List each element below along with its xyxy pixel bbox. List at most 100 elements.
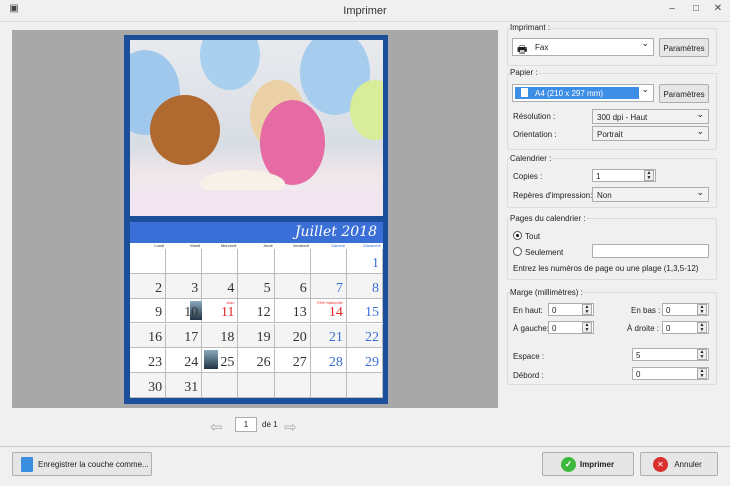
calendar-day-cell xyxy=(310,249,347,274)
calendar-day-cell: 22 xyxy=(346,323,383,349)
day-number: 31 xyxy=(184,379,199,395)
print-label: Imprimer xyxy=(579,460,615,469)
bleed-spinner[interactable]: ▲ ▼ xyxy=(697,368,707,379)
calendar-day-cell: Alan 11 xyxy=(202,298,239,324)
copies-spinner[interactable]: ▲ ▼ xyxy=(644,170,654,181)
margin-bottom-spinner[interactable]: ▲ ▼ xyxy=(697,304,707,315)
previous-page-arrow-icon[interactable]: ⇦ xyxy=(210,418,223,436)
calendar-day-cell xyxy=(166,249,203,274)
day-number: 6 xyxy=(299,280,307,296)
calendar-day-cell: 19 xyxy=(238,323,275,349)
page-number-input[interactable]: 1 xyxy=(235,417,257,432)
spacing-spinner[interactable]: ▲ ▼ xyxy=(697,349,707,360)
margin-right-label: À droite : xyxy=(627,324,660,333)
paper-size-select[interactable]: A4 (210 x 297 mm) xyxy=(512,84,654,102)
day-number: 28 xyxy=(328,355,343,371)
page-range-hint: Entrez les numéros de page ou une plage … xyxy=(513,264,699,273)
margin-top-spinner[interactable]: ▲ ▼ xyxy=(582,304,592,315)
only-pages-label: Seulement xyxy=(525,248,564,257)
day-number: 26 xyxy=(256,355,271,371)
all-pages-label: Tout xyxy=(525,232,541,241)
paper-settings-button[interactable]: Paramètres xyxy=(659,84,709,103)
checkmark-icon: ✓ xyxy=(561,457,576,472)
day-number: 10 xyxy=(184,305,199,321)
resolution-label: Résolution : xyxy=(513,112,556,121)
calendar-day-cell: 4 xyxy=(202,273,239,299)
all-pages-radio[interactable] xyxy=(513,231,522,240)
calendar-day-cell: 13 xyxy=(274,298,311,324)
printer-select[interactable]: 🖶 Fax xyxy=(512,38,654,56)
calendar-day-cell: 6 xyxy=(274,273,311,299)
footer-divider xyxy=(0,446,730,447)
day-number: 25 xyxy=(220,355,235,371)
day-number: 22 xyxy=(364,330,379,346)
calendar-day-cell xyxy=(238,373,275,398)
floppy-disk-icon xyxy=(21,457,33,472)
page-count: de 1 xyxy=(262,420,278,429)
day-number: 5 xyxy=(263,280,271,296)
day-number: 21 xyxy=(328,330,343,346)
event-label: Alan xyxy=(226,299,235,305)
calendar-day-cell: 29 xyxy=(346,348,383,374)
calendar-day-cell: 12 xyxy=(238,298,275,324)
calendar-day-cell: 17 xyxy=(166,323,203,349)
calendar-day-cell xyxy=(274,249,311,274)
calendar-photo xyxy=(130,40,383,216)
margin-top-label: En haut: xyxy=(513,306,543,315)
app-icon: ▣ xyxy=(9,3,19,14)
calendar-day-cell xyxy=(202,373,239,398)
calendar-day-cell: 3 xyxy=(166,273,203,299)
printer-settings-button[interactable]: Paramètres xyxy=(659,38,709,57)
calendar-day-cell xyxy=(346,373,383,398)
print-button[interactable]: ✓ Imprimer xyxy=(542,452,634,476)
orientation-select[interactable]: Portrait xyxy=(592,126,709,141)
margin-right-spinner[interactable]: ▲ ▼ xyxy=(697,322,707,333)
save-layer-label: Enregistrer la couche comme... xyxy=(38,460,149,469)
page-range-input[interactable] xyxy=(592,244,709,258)
day-number: 8 xyxy=(371,280,379,296)
day-number: 13 xyxy=(292,305,307,321)
month-title: Juillet 2018 xyxy=(294,224,377,240)
calendar-day-cell xyxy=(274,373,311,398)
calendar-day-cell: 24 xyxy=(166,348,203,374)
next-page-arrow-icon[interactable]: ⇨ xyxy=(284,418,297,436)
calendar-day-cell: 8 xyxy=(346,273,383,299)
resolution-select[interactable]: 300 dpi - Haut xyxy=(592,109,709,124)
calendar-day-cell: 15 xyxy=(346,298,383,324)
title-bar: Imprimer ▣ – □ ✕ xyxy=(0,0,730,22)
calendar-day-cell xyxy=(130,249,167,274)
calendar-grid: Lundi Mardi Mercredi Jeudi Vendredi Samedi Dim… xyxy=(130,243,383,398)
day-number: 24 xyxy=(184,355,199,371)
save-layer-button[interactable]: Enregistrer la couche comme... xyxy=(12,452,152,476)
minimize-button[interactable]: – xyxy=(664,3,680,17)
bleed-label: Débord : xyxy=(513,371,544,380)
event-label: Fête Nationale xyxy=(316,299,343,305)
calendar-day-cell: 20 xyxy=(274,323,311,349)
calendar-day-cell: 18 xyxy=(202,323,239,349)
day-number: 23 xyxy=(148,355,163,371)
calendar-day-cell: 5 xyxy=(238,273,275,299)
only-pages-radio[interactable] xyxy=(513,247,522,256)
day-number: 9 xyxy=(155,305,163,321)
calendar-day-cell: 31 xyxy=(166,373,203,398)
calendar-day-cell: 7 xyxy=(310,273,347,299)
day-number: 4 xyxy=(227,280,235,296)
cancel-button[interactable]: ✕ Annuler xyxy=(640,452,718,476)
printer-icon: 🖶 xyxy=(517,44,528,56)
print-marks-select[interactable]: Non xyxy=(592,187,709,202)
calendar-day-cell: 23 xyxy=(130,348,167,374)
margin-left-spinner[interactable]: ▲ ▼ xyxy=(582,322,592,333)
printer-group-label: Imprimant : xyxy=(510,23,551,32)
day-number: 14 xyxy=(328,305,343,321)
day-number: 12 xyxy=(256,305,271,321)
day-number: 19 xyxy=(256,330,271,346)
calendar-day-cell: 2 xyxy=(130,273,167,299)
cancel-label: Annuler xyxy=(674,460,702,469)
maximize-button[interactable]: □ xyxy=(688,3,704,17)
close-button[interactable]: ✕ xyxy=(710,3,726,17)
paper-size-value: A4 (210 x 297 mm) xyxy=(535,89,604,98)
printer-value: Fax xyxy=(535,43,549,52)
margin-bottom-label: En bas : xyxy=(631,306,661,315)
pages-group-label: Pages du calendrier : xyxy=(510,214,586,223)
calendar-header: Juillet 2018 xyxy=(130,222,383,243)
